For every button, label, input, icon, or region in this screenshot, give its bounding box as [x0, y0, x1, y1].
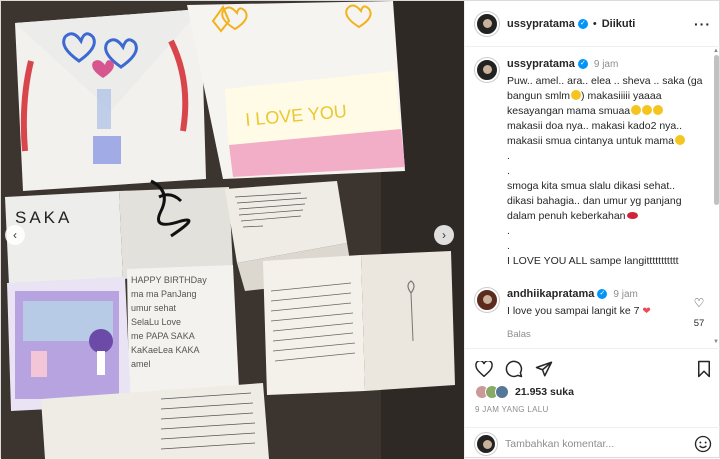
caption-line: dikasi bahagia.. dan umur yg panjang — [507, 195, 682, 207]
like-icon[interactable] — [475, 361, 493, 377]
post-timestamp: 9 JAM YANG LALU — [475, 405, 549, 414]
post-dialog: I LOVE YOU SAKA HAPPY BIRTHDay ma ma Pan… — [0, 0, 720, 459]
follow-status-button[interactable]: Diikuti — [602, 18, 636, 30]
caption: ussypratama ✓ 9 jam Puw.. amel.. ara.. e… — [475, 58, 712, 269]
comment-time: 9 jam — [613, 288, 638, 300]
bday-line-4: SelaLu Love — [131, 317, 181, 327]
scrollbar-thumb[interactable] — [714, 55, 719, 205]
red-heart-emoji-icon: ❤ — [642, 306, 651, 317]
separator-dot: • — [592, 17, 597, 30]
bday-line-7: amel — [131, 359, 151, 369]
more-options-icon[interactable]: ··· — [694, 16, 711, 32]
bday-line-6: KaKaeLea KAKA — [131, 345, 200, 355]
post-header: ussypratama ✓ • Diikuti ··· — [465, 1, 720, 47]
likes-count[interactable]: 21.953 suka — [515, 386, 574, 398]
post-actions: 21.953 suka 9 JAM YANG LALU — [465, 348, 720, 414]
comment-like-count: 57 — [693, 318, 705, 329]
liker-avatar — [495, 385, 509, 399]
caption-line: makasii doa nya.. makasi kado2 nya.. — [507, 120, 683, 132]
caption-line: makasii smua cintanya untuk mama — [507, 134, 707, 149]
caption-line: . — [507, 150, 510, 162]
bookmark-icon[interactable] — [696, 360, 712, 378]
chevron-right-icon: › — [442, 228, 446, 242]
verified-badge-icon: ✓ — [597, 289, 608, 299]
caption-line: Puw.. amel.. ara.. elea .. sheva .. saka… — [507, 75, 703, 87]
smile-emoji-icon — [631, 105, 642, 115]
caption-line: . — [507, 240, 510, 252]
caption-username[interactable]: ussypratama — [507, 58, 575, 70]
viewer-avatar — [475, 432, 497, 455]
caption-line: . — [507, 225, 510, 237]
comment-icon[interactable] — [505, 360, 523, 378]
caption-line: . — [507, 165, 510, 177]
bday-line-1: HAPPY BIRTHDay — [131, 275, 207, 285]
comment-input[interactable] — [505, 437, 675, 450]
smile-emoji-icon — [653, 105, 664, 115]
caption-avatar[interactable] — [475, 58, 499, 82]
post-photo[interactable]: I LOVE YOU SAKA HAPPY BIRTHDay ma ma Pan… — [1, 1, 464, 459]
verified-badge-icon: ✓ — [577, 59, 588, 69]
lips-emoji-icon — [626, 212, 638, 219]
likes-summary[interactable]: 21.953 suka — [475, 385, 712, 399]
previous-image-button[interactable]: ‹ — [5, 225, 25, 245]
caption-line: I LOVE YOU ALL sampe langittttttttttt — [507, 255, 679, 267]
next-image-button[interactable]: › — [434, 225, 454, 245]
saka-text: SAKA — [15, 208, 72, 227]
bday-line-3: umur sehat — [131, 303, 177, 313]
chevron-left-icon: ‹ — [13, 228, 17, 242]
comment-item: andhiikapratama ✓ 9 jam I love you sampa… — [475, 288, 710, 340]
cards-illustration: I LOVE YOU SAKA HAPPY BIRTHDay ma ma Pan… — [1, 1, 464, 459]
bday-line-2: ma ma PanJang — [131, 289, 197, 299]
author-avatar[interactable] — [475, 11, 499, 36]
post-sidebar: ussypratama ✓ • Diikuti ··· ussypratama … — [464, 1, 720, 459]
grin-emoji-icon — [571, 90, 582, 100]
caption-line: kesayangan mama smuaa — [507, 104, 707, 119]
bday-line-5: me PAPA SAKA — [131, 331, 195, 341]
reply-button[interactable]: Balas — [507, 329, 688, 340]
caption-line: bangun smlm) makasiiiii yaaaa — [507, 90, 662, 102]
comments-area[interactable]: ussypratama ✓ 9 jam Puw.. amel.. ara.. e… — [465, 48, 720, 348]
commenter-avatar[interactable] — [475, 288, 499, 312]
comment-text: I love you sampai langit ke 7 ❤ — [507, 305, 651, 317]
commenter-username[interactable]: andhiikapratama — [507, 288, 594, 300]
emoji-picker-icon[interactable] — [694, 435, 712, 453]
author-username[interactable]: ussypratama — [507, 18, 575, 30]
comment-like-icon[interactable]: ♡ — [688, 296, 710, 310]
caption-time: 9 jam — [593, 58, 619, 70]
share-icon[interactable] — [535, 360, 553, 378]
caption-text: Puw.. amel.. ara.. elea .. sheva .. saka… — [507, 74, 707, 269]
verified-badge-icon: ✓ — [577, 18, 588, 29]
caption-line: smoga kita smua slalu dikasi sehat.. — [507, 180, 676, 192]
scroll-up-arrow-icon[interactable]: ▲ — [713, 48, 719, 54]
scroll-down-arrow-icon[interactable]: ▼ — [713, 339, 719, 345]
kiss-emoji-icon — [674, 135, 685, 145]
caption-line: dalam penuh keberkahan — [507, 209, 707, 224]
comment-composer — [465, 427, 720, 459]
smile-emoji-icon — [642, 105, 653, 115]
